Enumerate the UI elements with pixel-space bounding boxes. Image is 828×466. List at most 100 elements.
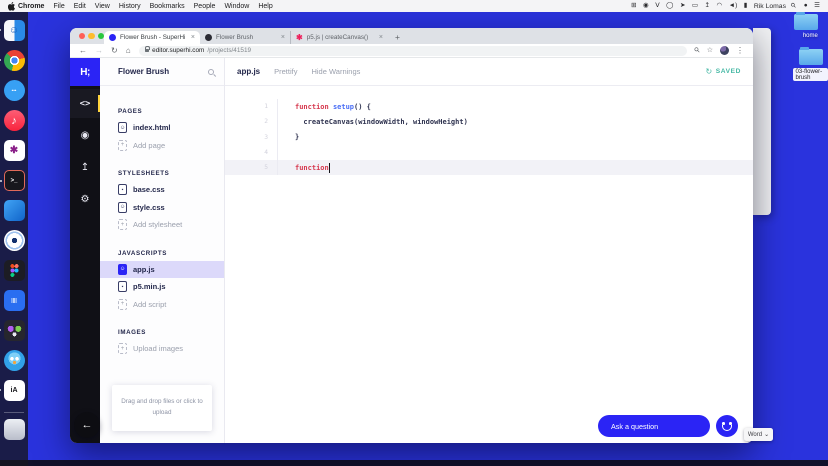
file-item-index.html[interactable]: ☺ index.html <box>100 119 224 137</box>
home-button[interactable]: ⌂ <box>126 46 131 55</box>
menu-item-window[interactable]: Window <box>224 3 249 10</box>
menu-item-bookmarks[interactable]: Bookmarks <box>150 3 185 10</box>
dock-app-music[interactable]: ♪ <box>3 110 25 131</box>
record-icon[interactable]: ◉ <box>643 2 649 10</box>
tab-1[interactable]: Flower Brush - SuperHi × <box>104 31 200 44</box>
new-tab-button[interactable]: + <box>395 32 400 42</box>
menu-item-edit[interactable]: Edit <box>74 3 86 10</box>
plus-icon: + <box>118 219 127 231</box>
code-editor[interactable]: 1 function setup() {2 createCanvas(window… <box>225 86 753 443</box>
help-smiley-button[interactable] <box>716 415 738 437</box>
file-item-app.js[interactable]: ☺ app.js <box>100 260 224 278</box>
volume-icon[interactable]: ◄) <box>729 2 738 10</box>
browser-menu-kebab-icon[interactable]: ⋮ <box>736 46 744 55</box>
code-line-4[interactable]: 4 <box>225 144 753 161</box>
file-name: p5.min.js <box>133 282 166 292</box>
window-minimize-button[interactable] <box>88 33 95 40</box>
wifi-icon[interactable]: ◠ <box>717 2 723 10</box>
reload-button[interactable]: ↻ <box>111 46 118 55</box>
dock-app-intercom[interactable]: |||| <box>3 290 25 311</box>
file-item-base.css[interactable]: ▪ base.css <box>100 181 224 199</box>
desktop-icon-home[interactable]: home <box>794 11 818 39</box>
code-line-2[interactable]: 2 createCanvas(windowWidth, windowHeight… <box>225 114 753 130</box>
window-zoom-button[interactable] <box>97 33 105 40</box>
tab-close-icon[interactable]: × <box>191 34 195 41</box>
screen-capture-icon[interactable]: ⊞ <box>631 2 636 10</box>
menu-item-view[interactable]: View <box>95 3 110 10</box>
menu-user-name[interactable]: Rik Lomas <box>754 3 786 10</box>
tab-3[interactable]: ✱ p5.js | createCanvas() × <box>290 31 388 44</box>
dock-app-slack[interactable]: ✱ <box>3 140 25 161</box>
ask-question-button[interactable]: Ask a question <box>598 415 710 437</box>
code-line-3[interactable]: 3} <box>225 129 753 145</box>
file-item-p5.min.js[interactable]: ▪ p5.min.js <box>100 278 224 296</box>
share-tool-icon[interactable]: ↥ <box>70 153 100 182</box>
tab-favicon <box>205 34 212 41</box>
tab-close-icon[interactable]: × <box>379 34 383 41</box>
sync-icon: ↻ <box>705 67 713 76</box>
battery-icon[interactable]: ▮ <box>744 2 748 10</box>
menu-item-people[interactable]: People <box>194 3 216 10</box>
bookmark-star-icon[interactable]: ☆ <box>707 47 713 54</box>
window-close-button[interactable] <box>79 33 86 40</box>
profile-avatar[interactable] <box>720 46 729 55</box>
back-circle-button[interactable]: ← <box>74 412 100 438</box>
running-indicator <box>0 329 2 332</box>
tab-close-icon[interactable]: × <box>281 34 285 41</box>
siri-icon[interactable]: ● <box>804 2 808 10</box>
display-icon[interactable]: ▭ <box>692 2 698 10</box>
code-pane: app.js Prettify Hide Warnings ↻ SAVED 1 f… <box>225 58 753 443</box>
dock-app-terminal[interactable]: >_ <box>0 170 25 191</box>
dock-app-finder[interactable]: ☺ <box>0 20 25 41</box>
desktop-icon-project-folder[interactable]: 03-flower-brush <box>793 46 828 81</box>
menu-item-chrome[interactable]: Chrome <box>18 3 44 10</box>
menu-item-help[interactable]: Help <box>258 3 272 10</box>
upload-icon[interactable]: ↥ <box>705 2 710 10</box>
preview-eye-tool-icon[interactable]: ◉ <box>70 121 100 150</box>
dock-app-media-app[interactable] <box>0 320 25 341</box>
dock-app-vscode[interactable] <box>3 200 25 221</box>
prettify-button[interactable]: Prettify <box>274 67 297 76</box>
dock-app-ia-writer[interactable]: iA <box>0 380 25 401</box>
notification-center-icon[interactable]: ☰ <box>814 2 820 10</box>
file-item-style.css[interactable]: ☺ style.css <box>100 199 224 217</box>
dock-app-messages[interactable]: ••• <box>3 80 25 101</box>
add-button-add-page[interactable]: + Add page <box>100 137 224 155</box>
spotlight-search-icon[interactable]: ⚲ <box>790 1 799 10</box>
background-window[interactable] <box>753 28 771 215</box>
back-button[interactable]: ← <box>79 46 87 55</box>
desktop-icon-label: 03-flower-brush <box>793 68 828 81</box>
background-word-window: Word ⌄ <box>744 428 773 441</box>
desktop-bottom-strip <box>0 460 828 466</box>
forward-button[interactable]: → <box>95 46 103 55</box>
hide-warnings-button[interactable]: Hide Warnings <box>311 67 360 76</box>
running-indicator <box>0 29 2 32</box>
code-tool-icon[interactable]: <> <box>70 89 100 118</box>
settings-gear-tool-icon[interactable]: ⚙ <box>70 185 100 214</box>
dock-app-figma[interactable] <box>3 260 25 281</box>
code-line-5[interactable]: 5 function <box>225 160 753 176</box>
menu-item-history[interactable]: History <box>119 3 141 10</box>
dock-app-chrome[interactable] <box>0 50 25 71</box>
dock-app-round-app[interactable] <box>3 230 25 251</box>
tab-2[interactable]: Flower Brush × <box>200 31 290 44</box>
line-number: 5 <box>225 160 278 176</box>
upload-dropzone[interactable]: Drag and drop files or click to upload <box>112 385 212 431</box>
dock-app-bird-app[interactable] <box>3 350 25 371</box>
add-button-upload-images[interactable]: + Upload images <box>100 340 224 358</box>
v-app-icon[interactable]: Ⅴ <box>655 2 659 10</box>
dock-divider <box>4 412 24 413</box>
superhi-logo[interactable]: H; <box>70 58 100 86</box>
zoom-icon[interactable]: ⚲ <box>693 46 702 55</box>
pointer-icon[interactable]: ➤ <box>680 2 685 10</box>
circle-app-icon[interactable]: ◯ <box>666 2 673 10</box>
dock-app-trash[interactable] <box>3 419 25 440</box>
add-button-add-stylesheet[interactable]: + Add stylesheet <box>100 216 224 234</box>
tab-strip: Flower Brush - SuperHi × Flower Brush × ✱ p5.… <box>70 28 753 44</box>
search-icon[interactable] <box>208 68 214 75</box>
add-button-add-script[interactable]: + Add script <box>100 296 224 314</box>
menu-item-file[interactable]: File <box>53 3 64 10</box>
code-line-1[interactable]: 1 function setup() { <box>225 99 753 115</box>
address-bar[interactable]: editor.superhi.com/projects/41519 <box>138 45 687 56</box>
apple-menu-icon[interactable] <box>8 1 16 11</box>
